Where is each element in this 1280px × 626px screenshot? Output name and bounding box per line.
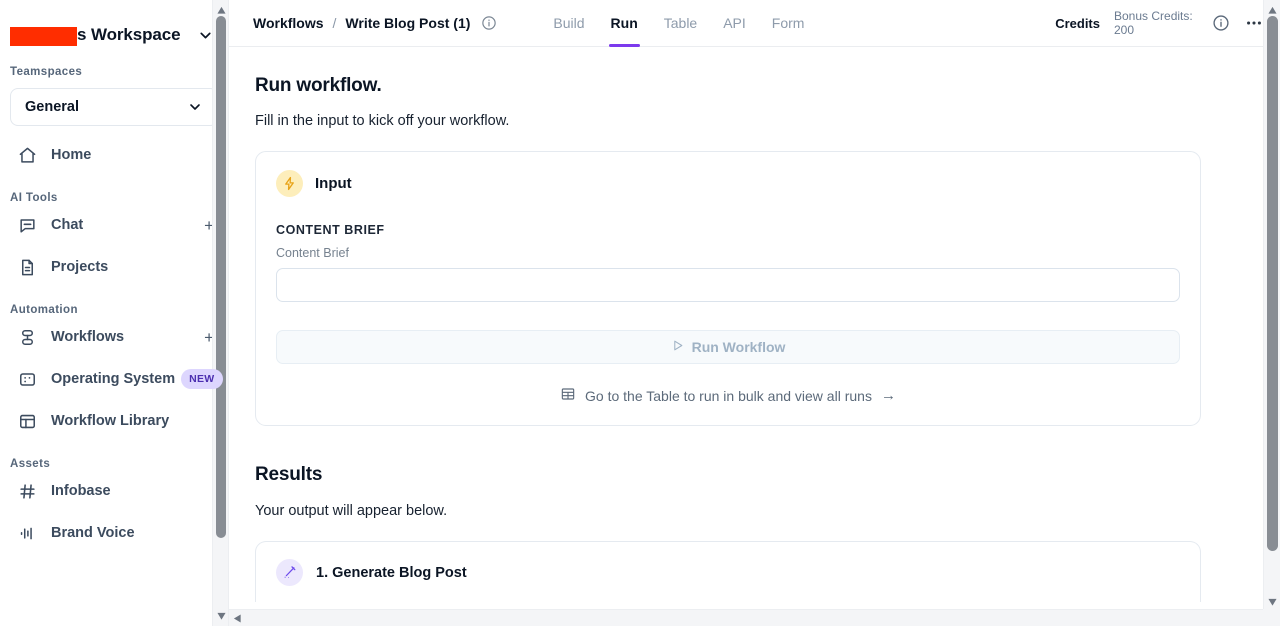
main-scrollbar-thumb[interactable] [1267, 16, 1278, 551]
workflow-tabs: Build Run Table API Form [553, 0, 804, 47]
sidebar-item-projects[interactable]: Projects [0, 246, 228, 288]
sidebar-item-label: Chat [51, 217, 84, 233]
run-workflow-button[interactable]: Run Workflow [276, 330, 1180, 364]
main-scrollbar-horizontal[interactable] [229, 609, 1280, 626]
top-bar: Workflows / Write Blog Post (1) Build Ru… [229, 0, 1280, 47]
library-layout-icon [18, 412, 37, 431]
sidebar-item-chat[interactable]: Chat + [0, 204, 228, 246]
teamspace-select[interactable]: General [10, 88, 218, 126]
home-icon [18, 146, 37, 165]
scrollbar-corner [1263, 609, 1280, 626]
result-step-card[interactable]: 1. Generate Blog Post [255, 541, 1201, 602]
scroll-down-arrow-icon[interactable] [213, 608, 228, 624]
sidebar-item-label: Operating System [51, 371, 176, 387]
workspace-title-text: s Workspace [77, 25, 181, 44]
tab-table[interactable]: Table [664, 0, 697, 47]
sidebar-group-label-automation: Automation [10, 304, 78, 316]
tab-build[interactable]: Build [553, 0, 584, 47]
sidebar-item-label: Home [51, 147, 92, 163]
content-inner: Run workflow. Fill in the input to kick … [229, 75, 1229, 602]
sidebar-item-workflows[interactable]: Workflows + [0, 316, 228, 358]
new-badge: NEW [181, 369, 223, 389]
result-step-label: 1. Generate Blog Post [316, 564, 467, 581]
main-content: Run workflow. Fill in the input to kick … [229, 47, 1280, 626]
info-circle-icon[interactable] [1212, 14, 1230, 32]
chat-bubble-icon [18, 216, 37, 235]
ellipsis-icon[interactable] [1244, 13, 1264, 33]
sidebar-item-workflow-library[interactable]: Workflow Library [0, 400, 228, 442]
workspace-name-redaction [10, 26, 77, 46]
scroll-left-arrow-icon[interactable] [229, 610, 246, 626]
main-scrollbar-vertical[interactable] [1263, 0, 1280, 612]
magic-wand-icon [276, 559, 303, 586]
sidebar-item-label: Infobase [51, 483, 111, 499]
bonus-credits-value: Bonus Credits: 200 [1114, 8, 1193, 37]
top-bar-right: Credits Bonus Credits: 200 [1055, 9, 1264, 38]
results-subtitle: Your output will appear below. [255, 503, 448, 519]
content-brief-input[interactable] [276, 268, 1180, 302]
input-card-title: Input [315, 175, 352, 192]
results-title: Results [255, 464, 323, 485]
tab-api[interactable]: API [723, 0, 746, 47]
workflow-icon [18, 328, 37, 347]
hash-icon [18, 482, 37, 501]
zap-icon [276, 170, 303, 197]
credits-label: Credits [1055, 15, 1100, 31]
teamspaces-label: Teamspaces [10, 66, 83, 78]
os-chip-icon [18, 370, 37, 389]
teamspace-selected-value: General [25, 99, 79, 115]
page-title: Run workflow. [255, 75, 382, 96]
breadcrumb-root[interactable]: Workflows [253, 15, 324, 31]
main-panel: Workflows / Write Blog Post (1) Build Ru… [228, 0, 1280, 626]
sidebar-item-infobase[interactable]: Infobase [0, 470, 228, 512]
scroll-down-arrow-icon[interactable] [1264, 594, 1280, 610]
play-triangle-icon [671, 339, 684, 355]
sidebar-nav: Home AI Tools Chat + Projects Automation… [0, 134, 228, 554]
workspace-header[interactable]: s Workspace [0, 0, 228, 52]
table-grid-icon [560, 386, 576, 405]
document-icon [18, 258, 37, 277]
app-root: s Workspace Teamspaces General Home AI T… [0, 0, 1280, 626]
breadcrumb-separator: / [332, 15, 337, 31]
breadcrumb-current[interactable]: Write Blog Post (1) [345, 15, 470, 31]
tab-run[interactable]: Run [608, 0, 640, 47]
input-card: Input CONTENT BRIEF Content Brief Run Wo… [255, 151, 1201, 426]
sidebar-group-label-ai-tools: AI Tools [10, 192, 58, 204]
sidebar-item-label: Brand Voice [51, 525, 135, 541]
sidebar-scrollbar-thumb[interactable] [216, 16, 226, 538]
sidebar-item-operating-system[interactable]: Operating System NEW [0, 358, 228, 400]
sidebar-item-label: Workflows [51, 329, 125, 345]
sidebar-item-brand-voice[interactable]: Brand Voice [0, 512, 228, 554]
breadcrumb: Workflows / Write Blog Post (1) [253, 15, 497, 31]
input-card-header: Input [276, 170, 1180, 197]
sidebar-scrollbar[interactable] [212, 0, 228, 626]
sidebar: s Workspace Teamspaces General Home AI T… [0, 0, 228, 626]
arrow-right-icon: → [880, 387, 896, 404]
sidebar-item-label: Workflow Library [51, 413, 170, 429]
sidebar-item-home[interactable]: Home [0, 134, 228, 176]
chevron-down-icon [187, 99, 203, 115]
content-brief-sublabel: Content Brief [276, 246, 349, 260]
workspace-title: s Workspace [10, 25, 181, 46]
sidebar-group-label-assets: Assets [10, 458, 51, 470]
waveform-icon [18, 524, 37, 543]
run-workflow-label: Run Workflow [691, 339, 786, 355]
page-subtitle: Fill in the input to kick off your workf… [255, 113, 510, 129]
info-circle-icon[interactable] [481, 15, 497, 31]
sidebar-item-label: Projects [51, 259, 109, 275]
tab-form[interactable]: Form [772, 0, 805, 47]
content-brief-label: CONTENT BRIEF [276, 223, 385, 237]
go-to-table-label: Go to the Table to run in bulk and view … [585, 387, 872, 404]
content-brief-field: CONTENT BRIEF Content Brief [276, 223, 1180, 302]
go-to-table-link[interactable]: Go to the Table to run in bulk and view … [276, 386, 1180, 405]
